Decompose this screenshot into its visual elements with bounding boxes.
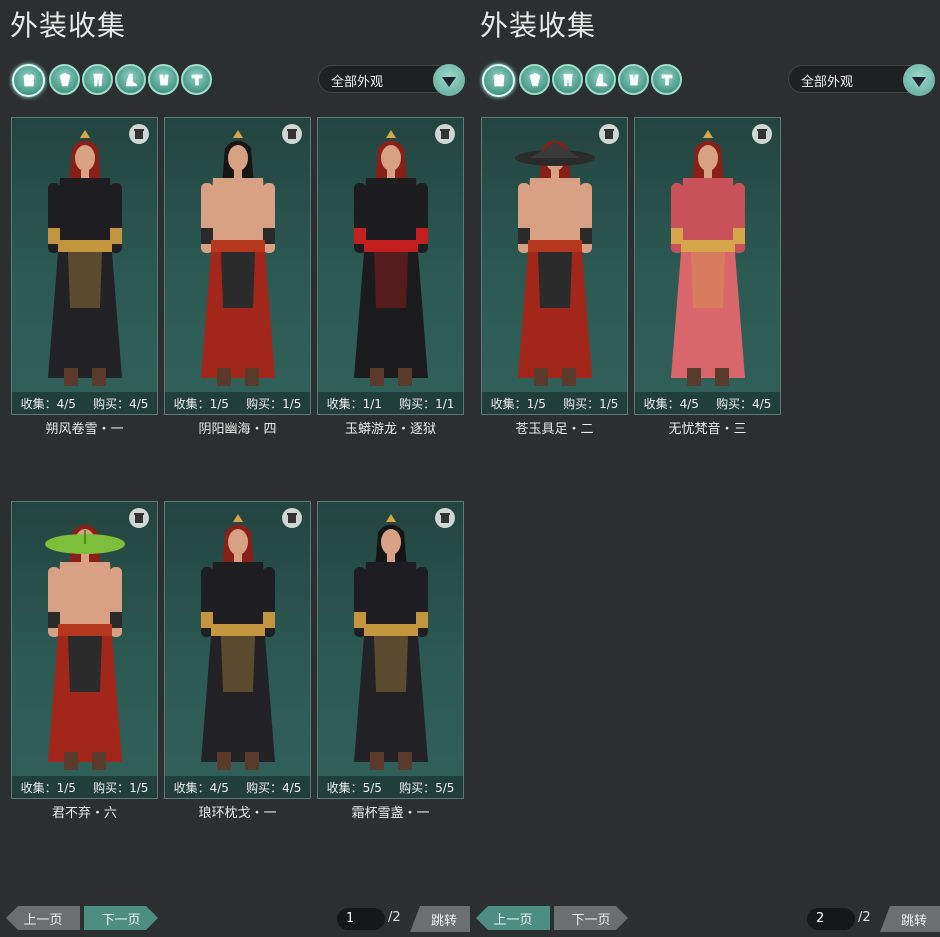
buy-count: 购买：5/5 (399, 780, 455, 795)
page-total: /2 (858, 910, 871, 925)
collect-count: 收集：1/1 (326, 396, 382, 411)
panel-page-2: 外装收集 全部外观 收集：1/5 购买：1/5 苍玉具足・二 收集：4/5 购买… (470, 0, 940, 937)
body-armor-icon[interactable] (12, 64, 45, 97)
trash-icon[interactable] (282, 508, 302, 528)
cape-icon[interactable] (49, 64, 80, 95)
buy-count: 购买：4/5 (246, 780, 302, 795)
buy-count: 购买：1/1 (399, 396, 455, 411)
character-figure (201, 130, 275, 386)
pants-icon[interactable] (82, 64, 113, 95)
chevron-down-icon[interactable] (903, 64, 935, 96)
outfit-name: 朔风卷雪・一 (45, 422, 124, 437)
panel-title: 外装收集 (10, 9, 127, 42)
prev-page-button[interactable]: 上一页 (476, 906, 550, 930)
page-number-input[interactable]: 2 (807, 908, 855, 930)
buy-count: 购买：1/5 (563, 396, 619, 411)
card-stats: 收集：4/5 购买：4/5 (12, 392, 157, 414)
buy-count: 购买：4/5 (93, 396, 149, 411)
card-stats: 收集：1/5 购买：1/5 (165, 392, 310, 414)
gloves-icon[interactable] (148, 64, 179, 95)
trash-icon[interactable] (129, 124, 149, 144)
outfit-name: 君不弃・六 (51, 806, 117, 821)
outfit-card[interactable]: 收集：1/5 购买：1/5 (11, 501, 158, 799)
collect-count: 收集：4/5 (643, 396, 699, 411)
card-stats: 收集：4/5 购买：4/5 (165, 776, 310, 798)
category-tabs (12, 64, 212, 97)
next-page-button[interactable]: 下一页 (554, 906, 628, 930)
character-figure (201, 514, 275, 770)
pants-icon[interactable] (552, 64, 583, 95)
trash-icon[interactable] (282, 124, 302, 144)
character-figure (45, 524, 125, 770)
card-stats: 收集：4/5 购买：4/5 (635, 392, 780, 414)
collect-count: 收集：1/5 (20, 780, 76, 795)
shoes-icon[interactable] (115, 64, 146, 95)
buy-count: 购买：1/5 (246, 396, 302, 411)
outfit-card[interactable]: 收集：1/5 购买：1/5 (481, 117, 628, 415)
appearance-filter-dropdown[interactable]: 全部外观 (788, 64, 935, 96)
trash-icon[interactable] (435, 508, 455, 528)
jump-button[interactable]: 跳转 (880, 906, 940, 932)
panel-title: 外装收集 (480, 9, 597, 42)
prev-page-button[interactable]: 上一页 (6, 906, 80, 930)
outfit-card[interactable]: 收集：1/5 购买：1/5 (164, 117, 311, 415)
outfit-name: 无忧梵音・三 (668, 422, 747, 437)
filter-label: 全部外观 (801, 75, 854, 90)
belt-icon[interactable] (181, 64, 212, 95)
buy-count: 购买：4/5 (716, 396, 772, 411)
trash-icon[interactable] (435, 124, 455, 144)
collect-count: 收集：5/5 (326, 780, 382, 795)
outfit-name: 阴阳幽海・四 (198, 422, 277, 437)
jump-button[interactable]: 跳转 (410, 906, 470, 932)
outfit-card[interactable]: 收集：4/5 购买：4/5 (164, 501, 311, 799)
character-figure (515, 140, 595, 386)
outfit-name: 琅环枕戈・一 (198, 806, 277, 821)
panel-page-1: 外装收集 全部外观 收集：4/5 购买：4/5 朔风卷雪・一 收集：1/5 购买… (0, 0, 470, 937)
character-figure (48, 130, 122, 386)
trash-icon[interactable] (129, 508, 149, 528)
outfit-name: 霜杯雪盏・一 (351, 806, 430, 821)
character-figure (354, 130, 428, 386)
next-page-button[interactable]: 下一页 (84, 906, 158, 930)
outfit-card[interactable]: 收集：1/1 购买：1/1 (317, 117, 464, 415)
appearance-filter-dropdown[interactable]: 全部外观 (318, 64, 465, 96)
buy-count: 购买：1/5 (93, 780, 149, 795)
gloves-icon[interactable] (618, 64, 649, 95)
chevron-down-icon[interactable] (433, 64, 465, 96)
collect-count: 收集：1/5 (173, 396, 229, 411)
outfit-card[interactable]: 收集：5/5 购买：5/5 (317, 501, 464, 799)
character-figure (354, 514, 428, 770)
outfit-card[interactable]: 收集：4/5 购买：4/5 (634, 117, 781, 415)
page-total: /2 (388, 910, 401, 925)
character-figure (671, 130, 745, 386)
card-stats: 收集：1/1 购买：1/1 (318, 392, 463, 414)
cape-icon[interactable] (519, 64, 550, 95)
body-armor-icon[interactable] (482, 64, 515, 97)
filter-label: 全部外观 (331, 75, 384, 90)
category-tabs (482, 64, 682, 97)
outfit-name: 苍玉具足・二 (515, 422, 594, 437)
collect-count: 收集：4/5 (20, 396, 76, 411)
outfit-name: 玉蟒游龙・逐狱 (344, 422, 436, 437)
belt-icon[interactable] (651, 64, 682, 95)
card-stats: 收集：1/5 购买：1/5 (482, 392, 627, 414)
card-stats: 收集：1/5 购买：1/5 (12, 776, 157, 798)
page-number-input[interactable]: 1 (337, 908, 385, 930)
shoes-icon[interactable] (585, 64, 616, 95)
card-stats: 收集：5/5 购买：5/5 (318, 776, 463, 798)
collect-count: 收集：4/5 (173, 780, 229, 795)
trash-icon[interactable] (599, 124, 619, 144)
trash-icon[interactable] (752, 124, 772, 144)
collect-count: 收集：1/5 (490, 396, 546, 411)
outfit-card[interactable]: 收集：4/5 购买：4/5 (11, 117, 158, 415)
